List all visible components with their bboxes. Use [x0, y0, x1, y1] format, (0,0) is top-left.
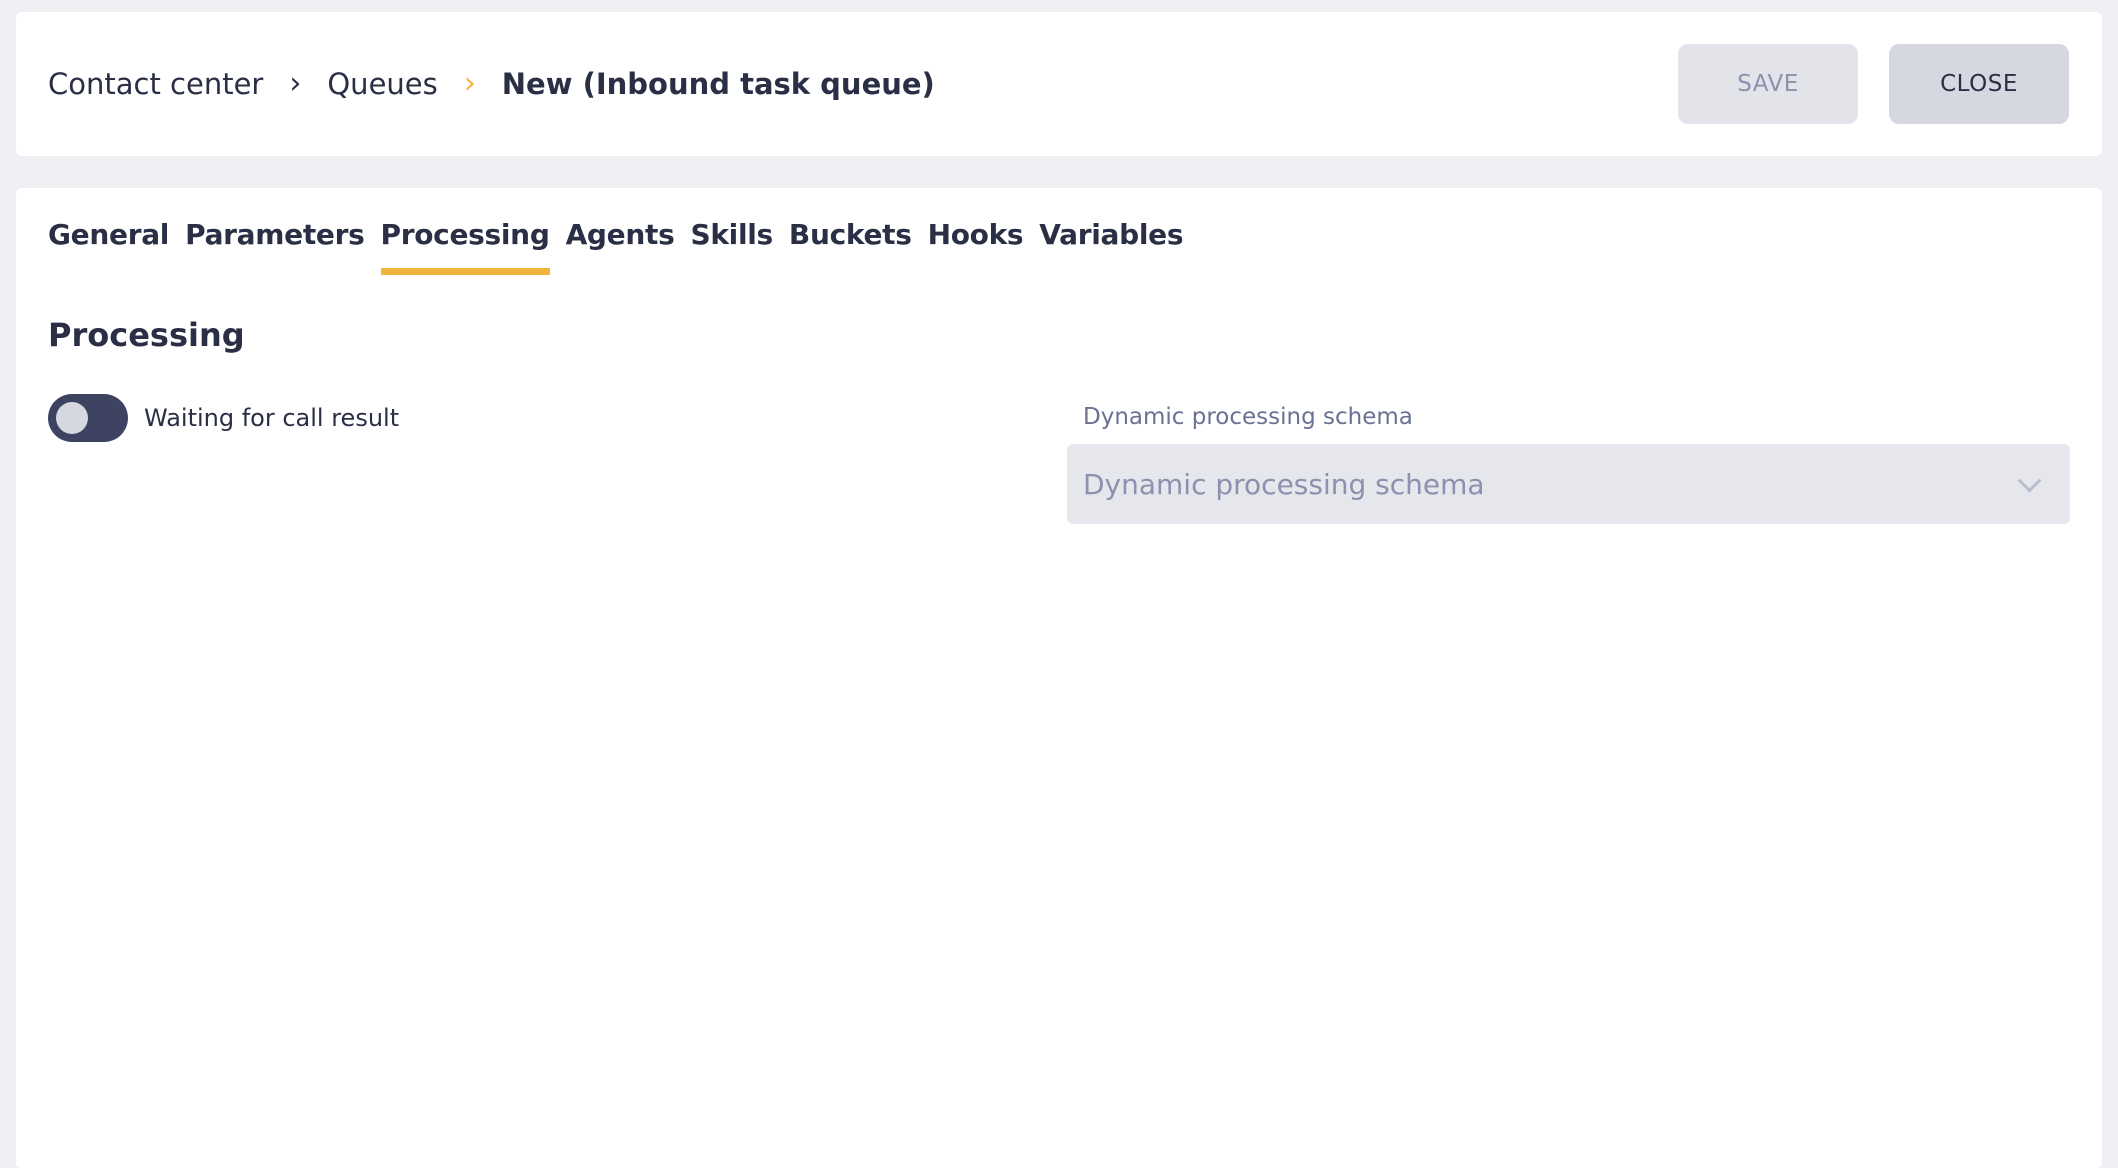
select-placeholder: Dynamic processing schema — [1083, 467, 1485, 501]
chevron-right-icon: › — [463, 66, 476, 101]
page-header: Contact center › Queues › New (Inbound t… — [16, 12, 2102, 156]
chevron-down-icon — [2017, 468, 2042, 493]
section-title: Processing — [48, 316, 245, 354]
waiting-for-call-result-row: Waiting for call result — [48, 394, 399, 442]
schema-field-label: Dynamic processing schema — [1083, 404, 1413, 430]
tab-processing[interactable]: Processing — [380, 218, 550, 275]
save-button[interactable]: SAVE — [1678, 44, 1858, 124]
dynamic-processing-schema-select[interactable]: Dynamic processing schema — [1067, 444, 2070, 524]
breadcrumb-current: New (Inbound task queue) — [501, 67, 935, 101]
breadcrumb-queues[interactable]: Queues — [327, 67, 437, 101]
tab-agents[interactable]: Agents — [566, 218, 675, 275]
breadcrumb-contact-center[interactable]: Contact center — [48, 67, 263, 101]
waiting-for-call-result-toggle[interactable] — [48, 394, 128, 442]
tab-bar: General Parameters Processing Agents Ski… — [48, 218, 1184, 275]
breadcrumb: Contact center › Queues › New (Inbound t… — [48, 12, 935, 156]
chevron-right-icon: › — [289, 66, 302, 101]
main-panel: General Parameters Processing Agents Ski… — [16, 188, 2102, 1168]
tab-buckets[interactable]: Buckets — [789, 218, 912, 275]
tab-parameters[interactable]: Parameters — [185, 218, 365, 275]
toggle-knob — [56, 402, 88, 434]
tab-variables[interactable]: Variables — [1039, 218, 1183, 275]
tab-hooks[interactable]: Hooks — [928, 218, 1024, 275]
tab-general[interactable]: General — [48, 218, 169, 275]
tab-skills[interactable]: Skills — [690, 218, 773, 275]
toggle-label: Waiting for call result — [144, 404, 400, 432]
close-button[interactable]: CLOSE — [1889, 44, 2069, 124]
